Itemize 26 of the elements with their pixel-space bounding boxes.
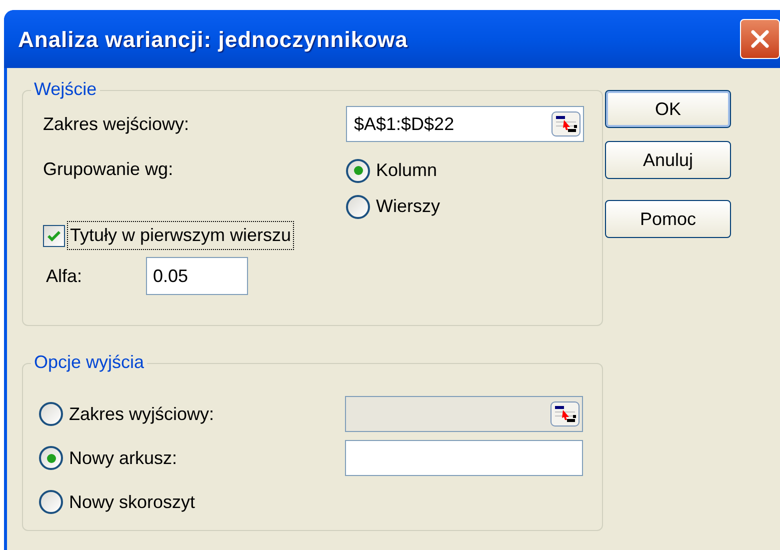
radio-button[interactable] [39, 402, 63, 426]
radio-button[interactable] [346, 194, 370, 218]
close-icon [749, 28, 771, 50]
check-icon [47, 230, 61, 242]
checkbox-label[interactable]: Tytuły w pierwszym wierszu [68, 222, 294, 249]
radio-button[interactable] [39, 490, 63, 514]
close-button[interactable] [740, 19, 780, 59]
radio-label[interactable]: Nowy skoroszyt [69, 488, 196, 516]
radio-label[interactable]: Kolumn [376, 157, 438, 184]
field-label: Grupowanie wg: [43, 158, 174, 181]
dialog-button[interactable]: OK [605, 90, 731, 128]
radio-label[interactable]: Zakres wyjściowy: [69, 400, 214, 428]
input-field[interactable] [345, 440, 583, 476]
radio-button[interactable] [346, 158, 370, 182]
field-label: Alfa: [46, 264, 84, 288]
window-title: Analiza wariancji: jednoczynnikowa [18, 26, 409, 54]
dialog-button[interactable]: Pomoc [605, 200, 731, 238]
field-label: Zakres wejściowy: [43, 112, 190, 136]
radio-button[interactable] [39, 446, 63, 470]
input-field[interactable]: $A$1:$D$22 [346, 106, 584, 142]
radio-label[interactable]: Nowy arkusz: [69, 444, 178, 472]
dialog-button[interactable]: Anuluj [605, 141, 731, 179]
checkbox[interactable] [43, 224, 65, 246]
input-field[interactable]: 0.05 [146, 257, 248, 295]
radio-label[interactable]: Wierszy [376, 193, 440, 220]
range-picker-icon[interactable] [551, 111, 581, 137]
